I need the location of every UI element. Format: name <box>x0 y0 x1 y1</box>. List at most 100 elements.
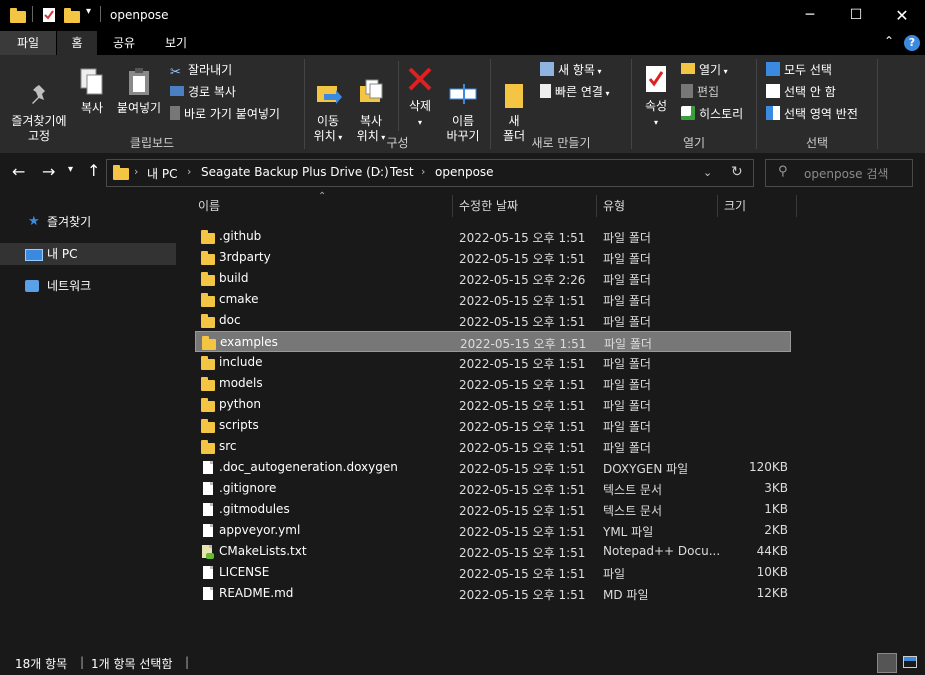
copy-button[interactable]: 복사 <box>74 67 110 116</box>
file-type: YML 파일 <box>603 525 654 539</box>
tab-file[interactable]: 파일 <box>0 31 56 55</box>
forward-icon[interactable]: → <box>42 162 55 181</box>
open-button[interactable]: 열기 ▾ <box>681 61 728 79</box>
tab-share[interactable]: 공유 <box>100 31 148 55</box>
minimize-button[interactable]: ─ <box>787 0 833 31</box>
breadcrumb-drive[interactable]: Seagate Backup Plus Drive (D:) <box>201 165 389 179</box>
file-row[interactable]: build 2022-05-15 오후 2:26 파일 폴더 <box>195 268 791 289</box>
paste-button[interactable]: 붙여넣기 <box>112 67 166 116</box>
file-name: cmake <box>219 292 259 306</box>
search-input[interactable]: ⚲ openpose 검색 <box>765 159 913 187</box>
chevron-right-icon[interactable]: › <box>377 165 381 178</box>
file-type: 텍스트 문서 <box>603 504 663 518</box>
file-size: 3KB <box>764 481 788 495</box>
properties-quick-icon[interactable] <box>42 7 56 26</box>
customize-quick-access-icon[interactable]: ▾ <box>86 6 91 17</box>
file-date: 2022-05-15 오후 1:51 <box>459 231 586 245</box>
nav-item-quick-access[interactable]: ★ 즐겨찾기 <box>0 211 176 233</box>
breadcrumb-openpose[interactable]: openpose <box>435 165 494 179</box>
pin-to-quick-access-button[interactable]: 즐겨찾기에 고정 <box>4 67 74 144</box>
delete-button[interactable]: 삭제 ▾ <box>402 63 438 130</box>
easy-access-button[interactable]: 빠른 연결 ▾ <box>540 83 610 101</box>
file-row[interactable]: python 2022-05-15 오후 1:51 파일 폴더 <box>195 394 791 415</box>
paste-shortcut-button[interactable]: 바로 가기 붙여넣기 <box>170 105 280 123</box>
properties-icon <box>646 66 666 92</box>
easy-access-label: 빠른 연결 <box>555 85 603 99</box>
chevron-down-icon[interactable]: ⌄ <box>703 166 712 179</box>
cut-button[interactable]: ✂ 잘라내기 <box>170 61 232 80</box>
file-row[interactable]: .gitmodules 2022-05-15 오후 1:51 텍스트 문서 1KB <box>195 499 791 520</box>
file-row[interactable]: cmake 2022-05-15 오후 1:51 파일 폴더 <box>195 289 791 310</box>
new-item-label: 새 항목 <box>558 63 595 77</box>
column-divider[interactable] <box>796 195 797 217</box>
title-bar[interactable]: ▾ openpose ─ ☐ ✕ <box>0 0 925 31</box>
copy-path-button[interactable]: 경로 복사 <box>170 83 236 101</box>
file-row[interactable]: .github 2022-05-15 오후 1:51 파일 폴더 <box>195 226 791 247</box>
file-row[interactable]: doc 2022-05-15 오후 1:51 파일 폴더 <box>195 310 791 331</box>
column-divider[interactable] <box>596 195 597 217</box>
new-folder-button[interactable]: 새 폴더 <box>496 63 532 144</box>
file-type: 파일 폴더 <box>603 399 651 413</box>
file-row[interactable]: models 2022-05-15 오후 1:51 파일 폴더 <box>195 373 791 394</box>
paste-label: 붙여넣기 <box>116 101 162 115</box>
rename-button[interactable]: 이름 바꾸기 <box>440 63 486 144</box>
select-all-button[interactable]: 모두 선택 <box>766 61 832 79</box>
up-icon[interactable]: ↑ <box>87 161 100 180</box>
file-size: 2KB <box>764 523 788 537</box>
select-none-button[interactable]: 선택 안 함 <box>766 83 836 101</box>
breadcrumb-this-pc[interactable]: 내 PC <box>147 165 177 182</box>
properties-button[interactable]: 속성 ▾ <box>638 63 674 130</box>
file-row[interactable]: scripts 2022-05-15 오후 1:51 파일 폴더 <box>195 415 791 436</box>
file-row[interactable]: appveyor.yml 2022-05-15 오후 1:51 YML 파일 2KB <box>195 520 791 541</box>
edit-button[interactable]: 편집 <box>681 83 719 101</box>
file-row[interactable]: examples 2022-05-15 오후 1:51 파일 폴더 <box>195 331 791 352</box>
file-row[interactable]: src 2022-05-15 오후 1:51 파일 폴더 <box>195 436 791 457</box>
address-bar[interactable]: › 내 PC › Seagate Backup Plus Drive (D:) … <box>106 159 754 187</box>
chevron-right-icon[interactable]: › <box>187 165 191 178</box>
nav-item-this-pc[interactable]: 내 PC <box>0 243 176 265</box>
column-header-name[interactable]: 이름 <box>198 197 220 214</box>
refresh-icon[interactable]: ↻ <box>731 164 743 180</box>
close-button[interactable]: ✕ <box>879 0 925 31</box>
file-name: LICENSE <box>219 565 270 579</box>
move-to-button[interactable]: 이동 위치 ▾ <box>308 63 348 145</box>
file-row[interactable]: README.md 2022-05-15 오후 1:51 MD 파일 12KB <box>195 583 791 604</box>
file-row[interactable]: 3rdparty 2022-05-15 오후 1:51 파일 폴더 <box>195 247 791 268</box>
file-type: 파일 폴더 <box>603 441 651 455</box>
column-divider[interactable] <box>717 195 718 217</box>
breadcrumb-test[interactable]: Test <box>390 165 414 179</box>
item-count: 18개 항목 <box>15 657 68 671</box>
copy-to-button[interactable]: 복사 위치 ▾ <box>350 63 392 145</box>
column-header-date[interactable]: 수정한 날짜 <box>459 197 518 214</box>
file-date: 2022-05-15 오후 1:51 <box>459 420 586 434</box>
file-row[interactable]: .gitignore 2022-05-15 오후 1:51 텍스트 문서 3KB <box>195 478 791 499</box>
column-header-type[interactable]: 유형 <box>603 197 625 214</box>
invert-selection-button[interactable]: 선택 영역 반전 <box>766 105 858 123</box>
nav-item-network[interactable]: 네트워크 <box>0 275 176 297</box>
select-none-icon <box>766 84 780 98</box>
file-date: 2022-05-15 오후 1:51 <box>459 525 586 539</box>
column-header-size[interactable]: 크기 <box>724 197 746 214</box>
collapse-ribbon-icon[interactable]: ⌃ <box>884 34 894 48</box>
details-view-icon[interactable] <box>877 653 897 673</box>
file-type: 파일 폴더 <box>603 357 651 371</box>
file-name: CMakeLists.txt <box>219 544 307 558</box>
large-icons-view-icon[interactable] <box>903 656 917 668</box>
chevron-right-icon[interactable]: › <box>421 165 425 178</box>
new-item-button[interactable]: 새 항목 ▾ <box>540 61 602 79</box>
file-row[interactable]: CMakeLists.txt 2022-05-15 오후 1:51 Notepad+… <box>195 541 791 562</box>
file-row[interactable]: .doc_autogeneration.doxygen 2022-05-15 오후… <box>195 457 791 478</box>
maximize-button[interactable]: ☐ <box>833 0 879 31</box>
history-button[interactable]: 히스토리 <box>681 105 743 123</box>
file-row[interactable]: include 2022-05-15 오후 1:51 파일 폴더 <box>195 352 791 373</box>
help-icon[interactable]: ? <box>904 35 920 51</box>
file-row[interactable]: LICENSE 2022-05-15 오후 1:51 파일 10KB <box>195 562 791 583</box>
back-icon[interactable]: ← <box>12 162 25 181</box>
tab-home[interactable]: 홈 <box>57 31 97 55</box>
ribbon: 즐겨찾기에 고정 복사 붙여넣기 ✂ 잘라내기 경로 복사 바로 가기 붙여넣기 … <box>0 55 925 153</box>
recent-locations-icon[interactable]: ▾ <box>68 164 73 175</box>
column-divider[interactable] <box>452 195 453 217</box>
tab-view[interactable]: 보기 <box>152 31 200 55</box>
file-date: 2022-05-15 오후 1:51 <box>460 337 587 351</box>
chevron-right-icon[interactable]: › <box>134 165 138 178</box>
